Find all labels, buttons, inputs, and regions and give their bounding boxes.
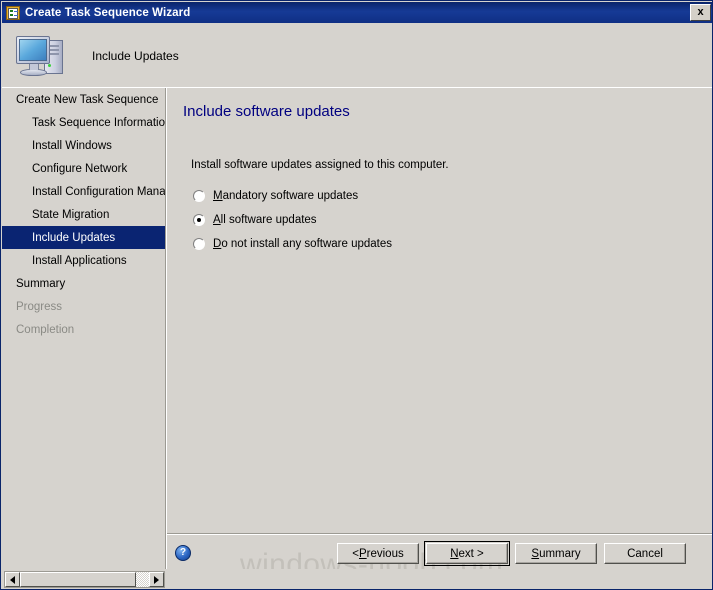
sidebar-item[interactable]: Install Configuration Manag xyxy=(2,180,165,203)
sidebar-item[interactable]: Configure Network xyxy=(2,157,165,180)
sidebar-item[interactable]: Completion xyxy=(2,318,165,341)
sidebar-item[interactable]: Include Updates xyxy=(2,226,165,249)
button-accel-char: N xyxy=(450,547,459,560)
radio-label: Do not install any software updates xyxy=(213,238,392,250)
radio-option[interactable]: Do not install any software updates xyxy=(193,232,392,256)
sidebar-item[interactable]: Summary xyxy=(2,272,165,295)
scrollbar-track[interactable] xyxy=(20,572,149,587)
previous-button[interactable]: < Previous xyxy=(337,543,419,564)
title-bar: Create Task Sequence Wizard x xyxy=(2,2,712,23)
radio-label: Mandatory software updates xyxy=(213,190,358,202)
button-accel-char: P xyxy=(358,547,367,560)
page-description: Install software updates assigned to thi… xyxy=(191,159,449,171)
button-label: ext > xyxy=(458,547,484,560)
page-title: Include software updates xyxy=(183,103,350,120)
header-banner: Include Updates xyxy=(2,23,712,88)
sidebar-item[interactable]: Create New Task Sequence xyxy=(2,88,165,111)
next-button[interactable]: Next > xyxy=(424,541,510,566)
radio-label-rest: andatory software updates xyxy=(222,190,359,202)
sidebar-item[interactable]: Progress xyxy=(2,295,165,318)
sidebar-item[interactable]: Install Applications xyxy=(2,249,165,272)
sidebar-item-label: Task Sequence Information xyxy=(32,116,165,129)
wizard-window: Create Task Sequence Wizard x Include Up… xyxy=(0,0,713,590)
summary-button[interactable]: Summary xyxy=(515,543,597,564)
wizard-body: Create New Task Sequence Task Sequence In… xyxy=(2,88,712,581)
sidebar-item-label: Install Configuration Manag xyxy=(32,185,165,198)
button-accel-char: S xyxy=(531,547,540,560)
close-icon[interactable]: x xyxy=(690,4,711,21)
cancel-button[interactable]: Cancel xyxy=(604,543,686,564)
button-prefix: < xyxy=(352,547,359,560)
wizard-step-list: Create New Task Sequence Task Sequence In… xyxy=(2,88,165,569)
sidebar-item-label: Include Updates xyxy=(32,231,116,244)
arrow-right-icon[interactable] xyxy=(149,572,164,587)
checklist-icon xyxy=(5,5,21,21)
help-question-icon[interactable]: ? xyxy=(175,545,191,561)
computer-icon xyxy=(14,32,70,80)
sidebar-item-label: Completion xyxy=(16,323,75,336)
sidebar-item[interactable]: Install Windows xyxy=(2,134,165,157)
sidebar-item-label: Install Windows xyxy=(32,139,112,152)
scrollbar-thumb[interactable] xyxy=(20,572,136,587)
arrow-left-icon[interactable] xyxy=(5,572,20,587)
sidebar-item[interactable]: State Migration xyxy=(2,203,165,226)
radio-indicator[interactable] xyxy=(193,238,205,250)
radio-indicator[interactable] xyxy=(193,214,205,226)
header-title: Include Updates xyxy=(92,48,179,63)
button-label: Cancel xyxy=(627,547,663,560)
sidebar-item-label: Create New Task Sequence xyxy=(16,93,159,106)
radio-option[interactable]: All software updates xyxy=(193,208,392,232)
button-label: revious xyxy=(366,547,404,560)
sidebar-item-label: Configure Network xyxy=(32,162,128,175)
window-title: Create Task Sequence Wizard xyxy=(25,6,191,19)
radio-accel-char: A xyxy=(213,214,221,226)
radio-indicator[interactable] xyxy=(193,190,205,202)
sidebar-item-label: Install Applications xyxy=(32,254,127,267)
sidebar-item-label: Progress xyxy=(16,300,63,313)
radio-label-rest: ll software updates xyxy=(220,214,317,226)
horizontal-scrollbar[interactable] xyxy=(4,571,165,588)
radio-option[interactable]: Mandatory software updates xyxy=(193,184,392,208)
radio-accel-char: M xyxy=(213,190,223,202)
radio-label: All software updates xyxy=(213,214,317,226)
software-updates-radio-group: Mandatory software updates All software u… xyxy=(193,184,392,256)
button-bar: ? windows-noob.com < Previous Next > Summa… xyxy=(167,535,712,581)
scrollbar-area xyxy=(2,569,712,589)
button-label: ummary xyxy=(539,547,581,560)
radio-label-rest: o not install any software updates xyxy=(221,238,392,250)
sidebar-item-label: Summary xyxy=(16,277,66,290)
content-panel: Include software updates Install softwar… xyxy=(167,88,712,534)
sidebar-item[interactable]: Task Sequence Information xyxy=(2,111,165,134)
sidebar-item-label: State Migration xyxy=(32,208,110,221)
